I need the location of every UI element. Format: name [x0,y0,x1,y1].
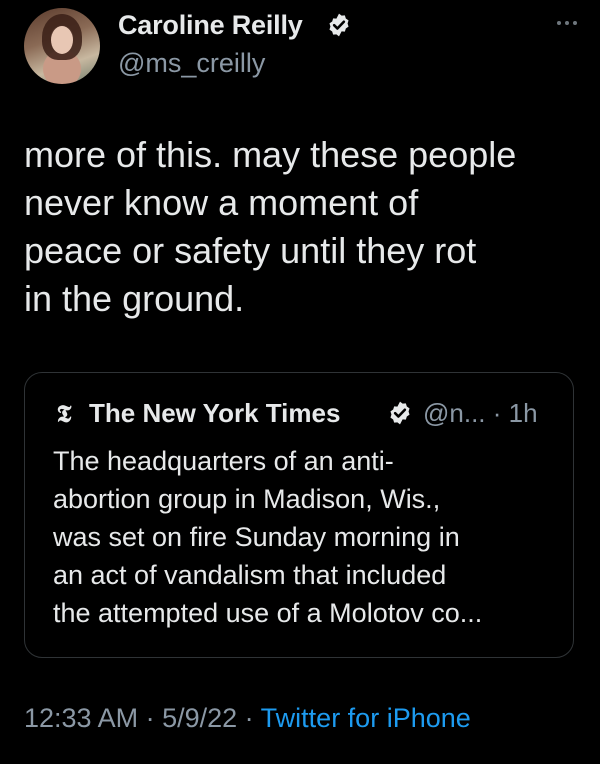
quoted-display-name: The New York Times [89,398,341,428]
more-dot [565,21,569,25]
tweet-footer: 12:33 AM · 5/9/22 · Twitter for iPhone [24,703,471,734]
quoted-verified-badge-icon [390,401,410,425]
tweet-screenshot: Caroline Reilly @ms_creilly more of this… [0,0,600,764]
quoted-tweet-text: The headquarters of an anti- abortion gr… [53,446,483,628]
avatar-face [51,26,73,54]
verified-badge-icon [329,13,349,37]
tweet-time[interactable]: 12:33 AM [24,703,138,733]
author-handle[interactable]: @ms_creilly [118,48,265,79]
tweet-text: more of this. may these people never kno… [24,134,517,319]
footer-separator: · [237,703,261,733]
tweet-source-link[interactable]: Twitter for iPhone [261,703,471,733]
more-dot [557,21,561,25]
more-dot [573,21,577,25]
author-display-name[interactable]: Caroline Reilly [118,10,303,41]
quoted-tweet-card[interactable]: 𝕿 The New York Times @n... · 1h The head… [24,372,574,658]
tweet-date[interactable]: 5/9/22 [162,703,237,733]
quoted-handle-time: @n... · 1h [423,398,538,428]
more-options-icon[interactable] [552,16,582,30]
footer-separator: · [138,703,163,733]
author-avatar[interactable] [24,8,100,84]
nyt-logo-icon: 𝕿 [56,399,72,428]
